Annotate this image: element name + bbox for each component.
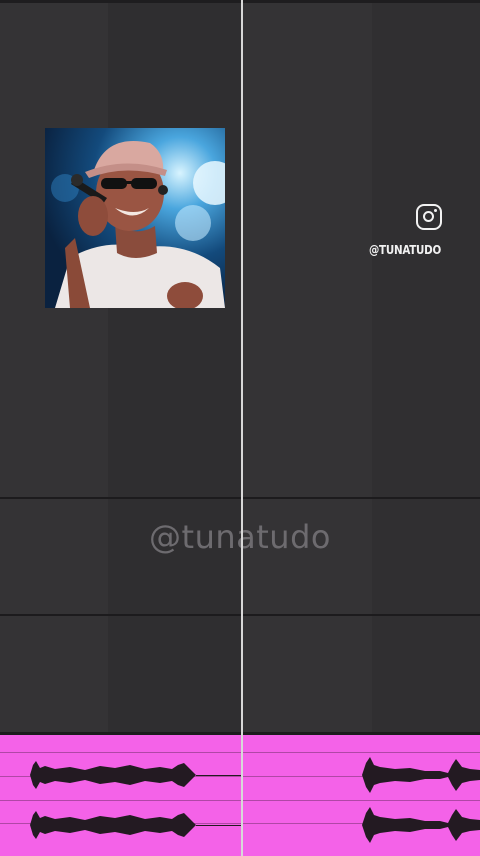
watermark: @tunatudo [149,518,331,556]
instagram-icon[interactable] [416,204,442,230]
bar-column [372,0,480,734]
track-divider [0,614,480,616]
bar-column [242,0,372,734]
bar-column [108,0,242,734]
artist-photo [45,128,225,308]
instagram-handle: @TUNATUDO [368,243,441,257]
instagram-lens [423,211,434,222]
track-divider [0,497,480,499]
playhead[interactable] [241,0,243,856]
arrangement-view: @TUNATUDO @tunatudo [0,0,480,856]
bar-column [0,0,108,734]
ruler-edge [0,0,480,3]
audio-waveform [0,757,480,843]
instagram-dot [434,209,437,212]
